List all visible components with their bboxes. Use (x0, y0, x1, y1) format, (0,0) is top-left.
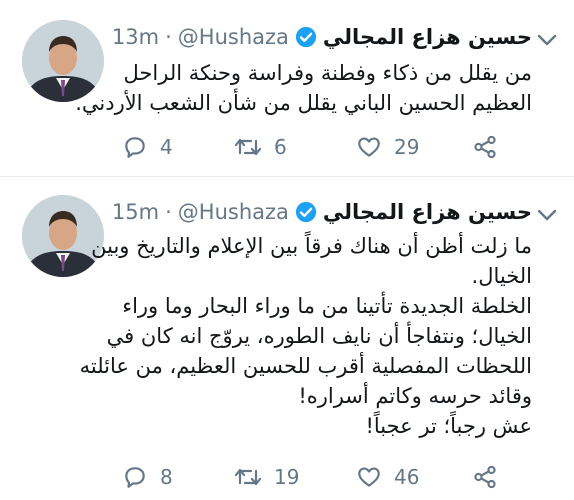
text-line: اللحظات المفصلية أقرب للحسين العظيم، من … (79, 354, 532, 378)
share-icon (472, 464, 498, 490)
verified-badge-icon (295, 201, 317, 223)
tweet-actions: 4 6 29 (122, 132, 522, 162)
retweet-count: 19 (274, 465, 300, 489)
tweet-text: من يقلل من ذكاء وفطنة وفراسة وحنكة الراح… (75, 58, 532, 118)
tweet[interactable]: حسين هزاع المجالي @Hushaza · 15m ما زلت … (0, 177, 574, 500)
like-count: 46 (394, 465, 420, 489)
author-name[interactable]: حسين هزاع المجالي (323, 25, 532, 49)
text-line: ما زلت أظن أن هناك فرقاً بين الإعلام وال… (91, 234, 532, 258)
like-count: 29 (394, 135, 420, 159)
tweet[interactable]: حسين هزاع المجالي @Hushaza · 13m من يقلل… (0, 0, 574, 177)
retweet-button[interactable]: 19 (234, 462, 299, 492)
timestamp[interactable]: 15m (112, 200, 159, 224)
reply-count: 8 (160, 465, 173, 489)
chevron-down-icon[interactable] (536, 207, 558, 221)
author-handle[interactable]: @Hushaza (178, 200, 289, 224)
retweet-icon (234, 134, 262, 160)
chevron-down-icon[interactable] (536, 32, 558, 46)
text-line: وقائد حرسه وكاتم أسراره! (298, 384, 532, 408)
share-button[interactable] (472, 462, 498, 492)
tweet-header: حسين هزاع المجالي @Hushaza · 13m (112, 22, 532, 52)
verified-badge-icon (295, 26, 317, 48)
like-button[interactable]: 29 (356, 132, 419, 162)
tweet-text: ما زلت أظن أن هناك فرقاً بين الإعلام وال… (79, 231, 532, 441)
tweet-header: حسين هزاع المجالي @Hushaza · 15m (112, 197, 532, 227)
separator-dot: · (165, 25, 172, 49)
share-icon (472, 134, 498, 160)
tweet-actions: 8 19 46 (122, 462, 522, 492)
reply-count: 4 (160, 135, 173, 159)
author-name[interactable]: حسين هزاع المجالي (323, 200, 532, 224)
retweet-icon (234, 464, 262, 490)
like-button[interactable]: 46 (356, 462, 419, 492)
reply-button[interactable]: 4 (122, 132, 173, 162)
heart-icon (356, 464, 382, 490)
share-button[interactable] (472, 132, 498, 162)
separator-dot: · (165, 200, 172, 224)
text-line: الخلطة الجديدة تأتينا من ما وراء البحار … (122, 294, 532, 318)
author-handle[interactable]: @Hushaza (178, 25, 289, 49)
heart-icon (356, 134, 382, 160)
retweet-button[interactable]: 6 (234, 132, 287, 162)
text-line: الخيال؛ ونتفاجأ أن نايف الطوره، يروّج ان… (106, 324, 532, 348)
reply-icon (122, 134, 148, 160)
text-line: عش رجباً؛ تر عجباً! (365, 414, 532, 438)
retweet-count: 6 (274, 135, 287, 159)
timestamp[interactable]: 13m (112, 25, 159, 49)
text-line: من يقلل من ذكاء وفطنة وفراسة وحنكة الراح… (123, 61, 532, 85)
reply-button[interactable]: 8 (122, 462, 173, 492)
text-line: الخيال. (471, 264, 532, 288)
reply-icon (122, 464, 148, 490)
text-line: العظيم الحسين الباني يقلل من شأن الشعب ا… (75, 91, 532, 115)
